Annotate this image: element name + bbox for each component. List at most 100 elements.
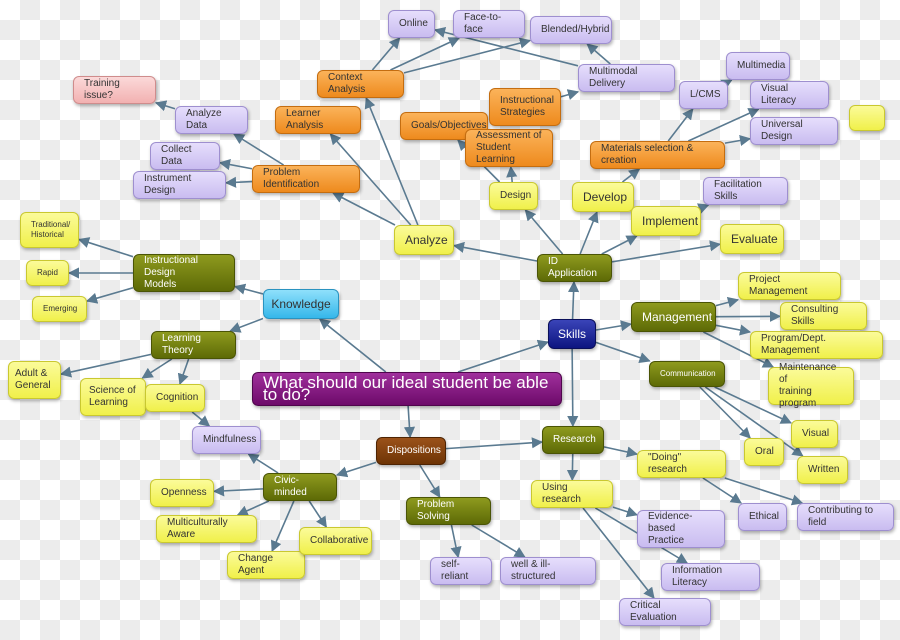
edge-using-research-to-evidence <box>612 506 639 518</box>
node-develop[interactable]: Develop <box>572 182 634 212</box>
edge-dispositions-to-problem-solving <box>419 464 441 498</box>
edge-knowledge-to-id-models <box>233 283 264 295</box>
edge-root-to-knowledge <box>318 318 387 373</box>
node-project-mgmt[interactable]: Project Management <box>738 272 841 300</box>
edge-problem-id-to-collect-data <box>218 159 253 171</box>
edge-id-application-to-design <box>524 209 564 255</box>
node-problem-solving[interactable]: Problem Solving <box>406 497 491 525</box>
edge-develop-to-materials <box>621 168 641 183</box>
edge-implement-to-facilitation <box>696 203 710 214</box>
node-id-application[interactable]: ID Application <box>537 254 612 282</box>
edge-skills-to-communication <box>595 341 651 363</box>
edge-id-application-to-implement <box>601 235 638 255</box>
edge-root-to-dispositions <box>403 405 416 439</box>
node-dispositions[interactable]: Dispositions <box>376 437 446 465</box>
node-openness[interactable]: Openness <box>150 479 214 507</box>
node-well-ill[interactable]: well & ill-structured <box>500 557 596 585</box>
node-online[interactable]: Online <box>388 10 435 38</box>
node-critical[interactable]: Critical Evaluation <box>619 598 711 626</box>
edge-skills-to-management <box>595 320 633 332</box>
node-strategies[interactable]: Instructional Strategies <box>489 88 561 126</box>
node-consulting[interactable]: Consulting Skills <box>780 302 867 330</box>
node-emerging[interactable]: Emerging <box>32 296 87 322</box>
edge-design-to-assessment <box>506 165 518 183</box>
edge-context-to-online <box>371 37 401 71</box>
node-visual-literacy[interactable]: Visual Literacy <box>750 81 829 109</box>
node-self-reliant[interactable]: self-reliant <box>430 557 492 585</box>
node-rapid[interactable]: Rapid <box>26 260 69 286</box>
edge-multimodal-to-blended <box>586 43 611 65</box>
node-blended[interactable]: Blended/Hybrid <box>530 16 612 44</box>
node-program-mgmt[interactable]: Program/Dept. Management <box>750 331 883 359</box>
node-civic[interactable]: Civic-minded <box>263 473 337 501</box>
node-management[interactable]: Management <box>631 302 716 332</box>
edge-skills-to-research <box>567 348 579 428</box>
edge-strategies-to-multimodal <box>560 89 580 101</box>
node-science[interactable]: Science of Learning <box>80 378 146 416</box>
edge-learning-theory-to-cognition <box>177 358 190 386</box>
edge-materials-to-lcms <box>667 108 694 142</box>
node-using-research[interactable]: Using research <box>531 480 613 508</box>
node-context[interactable]: Context Analysis <box>317 70 404 98</box>
edge-skills-to-id-application <box>567 280 580 320</box>
edge-research-to-doing-research <box>603 446 639 458</box>
node-root[interactable]: What should our ideal student be able to… <box>252 372 562 406</box>
edge-materials-to-universal-design <box>724 134 752 146</box>
edge-management-to-project-mgmt <box>715 296 740 308</box>
node-id-models[interactable]: Instructional Design Models <box>133 254 235 292</box>
node-analyze-data[interactable]: Analyze Data <box>175 106 248 134</box>
edge-root-to-skills <box>457 339 550 373</box>
node-mindfulness[interactable]: Mindfulness <box>192 426 261 454</box>
node-adult[interactable]: Adult & General <box>8 361 61 399</box>
edge-analyze-data-to-training-issue <box>154 100 176 112</box>
node-evidence[interactable]: Evidence-based Practice <box>637 510 725 548</box>
node-multimodal[interactable]: Multimodal Delivery <box>578 64 675 92</box>
edge-civic-to-change-agent <box>270 500 295 553</box>
edge-problem-id-to-instrument <box>224 176 253 188</box>
node-facilitation[interactable]: Facilitation Skills <box>703 177 788 205</box>
node-knowledge[interactable]: Knowledge <box>263 289 339 319</box>
edge-learning-theory-to-adult <box>59 353 152 378</box>
node-problem-id[interactable]: Problem Identification <box>252 165 360 193</box>
node-doing-research[interactable]: "Doing" research <box>637 450 726 478</box>
node-lcms[interactable]: L/CMS <box>679 81 728 109</box>
node-face[interactable]: Face-to-face <box>453 10 525 38</box>
node-maintenance[interactable]: Maintenance of training program <box>768 362 854 409</box>
edge-problem-solving-to-self-reliant <box>450 524 462 559</box>
node-collect-data[interactable]: Collect Data <box>150 142 220 170</box>
node-skills[interactable]: Skills <box>548 319 596 349</box>
node-collaborative[interactable]: Collaborative <box>299 527 372 555</box>
node-materials[interactable]: Materials selection & creation <box>590 141 725 169</box>
edge-id-application-to-develop <box>579 210 599 255</box>
node-visual[interactable]: Visual <box>791 420 838 448</box>
node-implement[interactable]: Implement <box>631 206 701 236</box>
edge-civic-to-multicultural <box>236 500 270 516</box>
node-multimedia[interactable]: Multimedia <box>726 52 790 80</box>
edge-knowledge-to-learning-theory <box>229 317 264 333</box>
node-cognition[interactable]: Cognition <box>145 384 205 412</box>
node-training-issue[interactable]: Training issue? <box>73 76 156 104</box>
node-learner[interactable]: Learner Analysis <box>275 106 361 134</box>
node-multicultural[interactable]: Multiculturally Aware <box>156 515 257 543</box>
edge-id-application-to-analyze <box>452 241 538 262</box>
node-ethical[interactable]: Ethical <box>738 503 787 531</box>
node-instrument[interactable]: Instrument Design <box>133 171 226 199</box>
node-research[interactable]: Research <box>542 426 604 454</box>
node-oral[interactable]: Oral <box>744 438 784 466</box>
node-learning-theory[interactable]: Learning Theory <box>151 331 236 359</box>
node-assessment[interactable]: Assessment of Student Learning <box>465 129 553 167</box>
node-universal-design[interactable]: Universal Design <box>750 117 838 145</box>
node-design[interactable]: Design <box>489 182 538 210</box>
node-contributing[interactable]: Contributing to field <box>797 503 894 531</box>
edge-cognition-to-mindfulness <box>191 411 211 427</box>
node-communication[interactable]: Communication <box>649 361 725 387</box>
node-evaluate[interactable]: Evaluate <box>720 224 784 254</box>
edge-civic-to-collaborative <box>308 500 327 528</box>
node-traditional[interactable]: Traditional/ Historical <box>20 212 79 248</box>
edge-dispositions-to-civic <box>335 461 377 478</box>
node-analyze[interactable]: Analyze <box>394 225 454 255</box>
node-blank[interactable] <box>849 105 885 131</box>
node-written[interactable]: Written <box>797 456 848 484</box>
node-change-agent[interactable]: Change Agent <box>227 551 305 579</box>
node-info-literacy[interactable]: Information Literacy <box>661 563 760 591</box>
